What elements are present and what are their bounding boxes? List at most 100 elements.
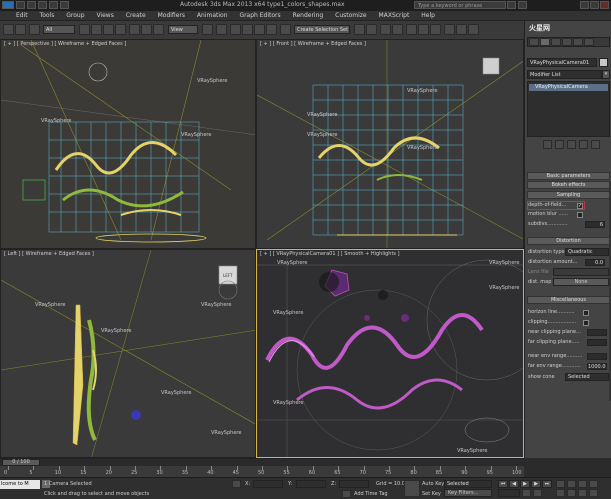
modify-tab-icon[interactable] [540, 38, 550, 46]
pin-stack-icon[interactable] [543, 140, 552, 149]
near-clipping-spinner[interactable] [587, 329, 607, 336]
app-menu-icon[interactable] [2, 1, 14, 9]
menu-modifiers[interactable]: Modifiers [158, 11, 185, 21]
undo-button[interactable] [3, 24, 14, 35]
create-tab-icon[interactable] [529, 38, 539, 46]
minimize-icon[interactable] [580, 1, 589, 9]
viewport-label[interactable]: [ + ] [ Front ] [ Wireframe + Edged Face… [260, 41, 366, 47]
orbit-icon[interactable] [578, 489, 587, 497]
auto-key-button[interactable]: Auto Key [422, 481, 444, 487]
rollout-basic-parameters[interactable]: Basic parameters [527, 172, 610, 180]
key-mode-toggle-icon[interactable] [522, 489, 531, 497]
search-icon[interactable] [507, 1, 516, 9]
chevron-down-icon[interactable]: ▾ [602, 70, 610, 79]
show-cone-dropdown[interactable]: Selected [565, 373, 609, 381]
undo-icon[interactable] [49, 1, 58, 9]
dist-map-button[interactable]: None [553, 278, 609, 286]
redo-button[interactable] [15, 24, 26, 35]
graphite-toggle-icon[interactable] [392, 24, 403, 35]
rollout-miscellaneous[interactable]: Miscellaneous [527, 296, 610, 304]
rect-selection-icon[interactable] [103, 24, 114, 35]
zoom-extents-all-icon[interactable] [589, 480, 598, 488]
key-filters-button[interactable]: Key Filters... [444, 489, 492, 497]
redo-icon[interactable] [60, 1, 69, 9]
menu-customize[interactable]: Customize [335, 11, 367, 21]
pivot-center-icon[interactable] [202, 24, 213, 35]
help-icon[interactable] [518, 1, 527, 9]
menu-create[interactable]: Create [126, 11, 146, 21]
lock-icon[interactable] [232, 480, 241, 488]
menu-graph-editors[interactable]: Graph Editors [239, 11, 280, 21]
z-coordinate-field[interactable] [339, 480, 369, 488]
viewport-label[interactable]: [ + ] [ VRayPhysicalCamera01 ] [ Smooth … [260, 251, 400, 257]
layer-manager-icon[interactable] [380, 24, 391, 35]
window-crossing-icon[interactable] [115, 24, 126, 35]
near-env-range-spinner[interactable] [587, 353, 607, 360]
y-coordinate-field[interactable] [296, 480, 326, 488]
viewport-perspective[interactable]: [ + ] [ Perspective ] [ Wireframe + Edge… [0, 39, 256, 249]
menu-maxscript[interactable]: MAXScript [379, 11, 410, 21]
zoom-icon[interactable] [556, 480, 565, 488]
x-coordinate-field[interactable] [253, 480, 283, 488]
select-manipulate-icon[interactable] [216, 24, 227, 35]
far-clipping-spinner[interactable] [587, 339, 607, 346]
menu-views[interactable]: Views [96, 11, 113, 21]
object-color-swatch[interactable] [599, 58, 608, 67]
rendered-frame-window-icon[interactable] [456, 24, 467, 35]
go-to-end-icon[interactable]: ⏭ [542, 480, 552, 488]
subdivs-spinner[interactable]: 6 [585, 221, 605, 228]
menu-edit[interactable]: Edit [16, 11, 28, 21]
maximize-icon[interactable] [590, 1, 599, 9]
display-tab-icon[interactable] [573, 38, 583, 46]
set-key-icon[interactable] [404, 480, 420, 497]
field-of-view-icon[interactable] [556, 489, 565, 497]
render-setup-icon[interactable] [444, 24, 455, 35]
lens-file-button[interactable] [553, 268, 609, 276]
motion-blur-checkbox[interactable] [577, 212, 583, 218]
mirror-icon[interactable] [354, 24, 365, 35]
close-icon[interactable] [600, 1, 609, 9]
time-slider-track[interactable]: 0 / 100 [0, 459, 524, 466]
modifier-list-dropdown[interactable]: Modifier List [527, 70, 602, 79]
rotate-icon[interactable] [141, 24, 152, 35]
viewport-left[interactable]: [ Left ] [ Wireframe + Edged Faces ] LEF… [0, 249, 256, 458]
set-key-button[interactable]: Set Key [422, 491, 441, 497]
zoom-all-icon[interactable] [567, 480, 576, 488]
schematic-view-icon[interactable] [418, 24, 429, 35]
object-name-field[interactable]: VRayPhysicalCamera01 [527, 58, 597, 67]
new-file-icon[interactable] [16, 1, 25, 9]
go-to-start-icon[interactable]: ⏮ [498, 480, 508, 488]
menu-rendering[interactable]: Rendering [293, 11, 324, 21]
next-frame-icon[interactable]: ▶ [531, 480, 541, 488]
clipping-checkbox[interactable] [583, 320, 589, 326]
open-file-icon[interactable] [27, 1, 36, 9]
motion-tab-icon[interactable] [562, 38, 572, 46]
time-tag-icon[interactable] [342, 490, 351, 498]
snap-toggle-icon[interactable] [230, 24, 241, 35]
maxscript-listener[interactable]: lcome to M [0, 480, 40, 489]
align-icon[interactable] [366, 24, 377, 35]
make-unique-icon[interactable] [567, 140, 576, 149]
hierarchy-tab-icon[interactable] [551, 38, 561, 46]
remove-modifier-icon[interactable] [579, 140, 588, 149]
add-time-tag-button[interactable]: Add Time Tag [354, 491, 388, 497]
key-mode-dropdown[interactable]: Selected [444, 480, 492, 488]
named-selection-dropdown[interactable]: Create Selection Set [294, 25, 350, 34]
percent-snap-icon[interactable] [254, 24, 265, 35]
far-env-range-spinner[interactable]: 1000.0 [587, 363, 607, 370]
save-file-icon[interactable] [38, 1, 47, 9]
previous-frame-icon[interactable]: ◀ [509, 480, 519, 488]
material-editor-icon[interactable] [430, 24, 441, 35]
menu-animation[interactable]: Animation [197, 11, 228, 21]
modifier-stack[interactable]: VRayPhysicalCamera [527, 81, 610, 137]
angle-snap-icon[interactable] [242, 24, 253, 35]
rollout-distortion[interactable]: Distortion [527, 237, 610, 245]
configure-sets-icon[interactable] [591, 140, 600, 149]
maximize-viewport-icon[interactable] [589, 489, 598, 497]
spinner-snap-icon[interactable] [266, 24, 277, 35]
menu-help[interactable]: Help [421, 11, 435, 21]
distortion-type-dropdown[interactable]: Quadratic [565, 248, 609, 256]
viewport-label[interactable]: [ Left ] [ Wireframe + Edged Faces ] [4, 251, 94, 257]
dof-checkbox[interactable]: ✓ [577, 203, 583, 209]
menu-tools[interactable]: Tools [40, 11, 55, 21]
